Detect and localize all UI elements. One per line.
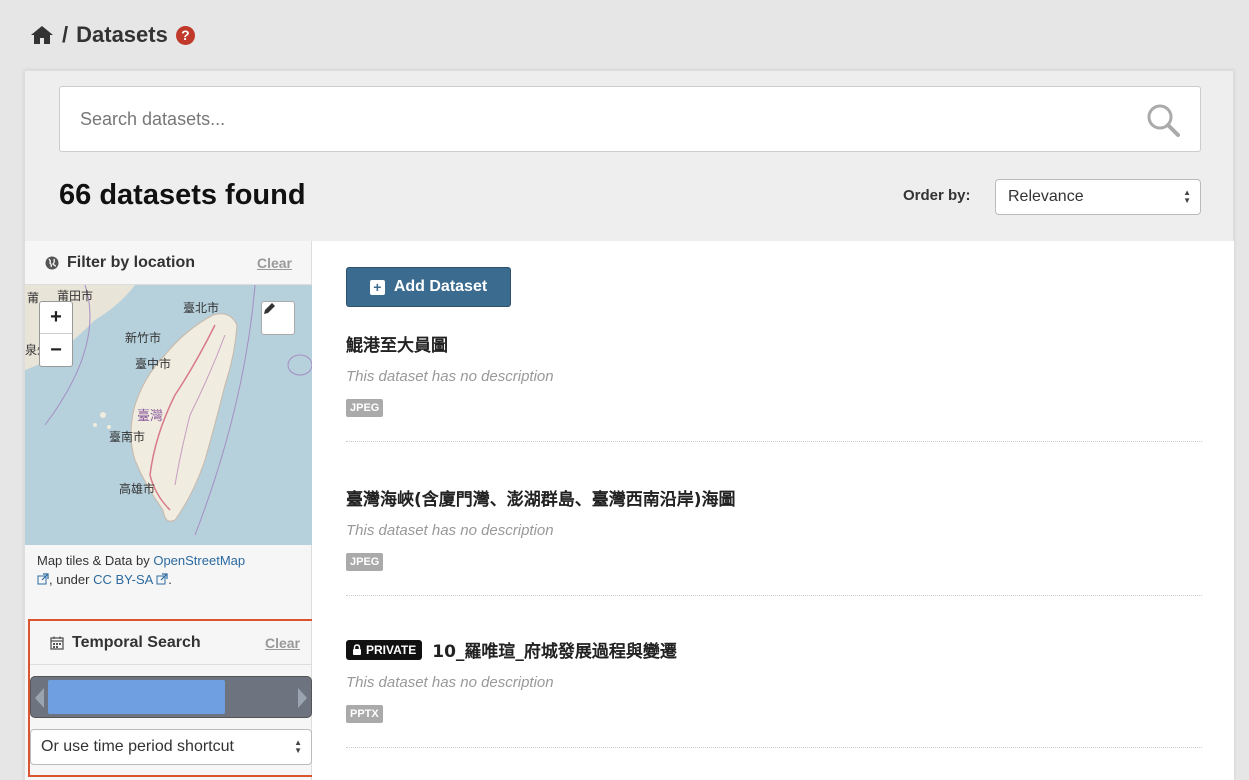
search-icon[interactable] — [1146, 103, 1180, 137]
datasets-card: 66 datasets found Order by: Relevance ▲▼… — [24, 70, 1234, 780]
temporal-search-header: Temporal Search Clear — [30, 621, 320, 665]
dataset-title-link[interactable]: 臺灣海峽(含廈門灣、澎湖群島、臺灣西南沿岸)海圖 — [346, 485, 1202, 510]
results-count: 66 datasets found — [59, 179, 306, 211]
dataset-item: 臺灣海峽(含廈門灣、澎湖群島、臺灣西南沿岸)海圖 This dataset ha… — [346, 485, 1202, 596]
dataset-title-link[interactable]: 10_羅唯瑄_府城發展過程與變遷 — [432, 637, 677, 662]
page-title: Datasets — [76, 22, 168, 47]
help-icon[interactable]: ? — [175, 25, 195, 45]
map-label-tainan: 臺南市 — [109, 430, 146, 444]
order-by-label: Order by: — [903, 187, 971, 204]
search-input[interactable] — [60, 87, 1200, 151]
map-label-taichung: 臺中市 — [135, 357, 172, 371]
calendar-icon — [50, 636, 64, 650]
dataset-item: 鯤港至大員圖 This dataset has no description J… — [346, 331, 1202, 442]
select-arrows-icon: ▲ ▼ — [294, 738, 302, 755]
temporal-search-panel: Temporal Search Clear Or use time period… — [28, 619, 322, 777]
time-period-shortcut-value: Or use time period shortcut — [41, 738, 234, 755]
map-attribution: Map tiles & Data by OpenStreetMap , unde… — [37, 551, 307, 589]
item-divider — [346, 747, 1202, 748]
dataset-title-link[interactable]: 鯤港至大員圖 — [346, 331, 1202, 356]
map-zoom-control: + − — [39, 301, 73, 367]
slider-right-arrow-icon[interactable] — [298, 688, 307, 708]
attribution-prefix: Map tiles & Data by — [37, 553, 154, 568]
dataset-description: This dataset has no description — [346, 674, 554, 691]
zoom-in-button[interactable]: + — [40, 302, 72, 334]
map-label-edge: 莆 — [27, 291, 40, 305]
breadcrumb-separator: / — [62, 22, 69, 47]
lock-icon — [353, 644, 361, 655]
map-label-taiwan: 臺灣 — [137, 409, 164, 424]
pencil-icon — [264, 303, 275, 314]
home-icon[interactable] — [30, 25, 54, 45]
location-filter-header: Filter by location Clear — [25, 241, 312, 285]
temporal-search-title: Temporal Search — [72, 633, 201, 651]
format-badge[interactable]: JPEG — [346, 553, 384, 571]
dataset-description: This dataset has no description — [346, 522, 554, 539]
map-label-hsinchu: 新竹市 — [125, 331, 162, 345]
draw-area-button[interactable] — [261, 301, 295, 335]
add-dataset-button[interactable]: + Add Dataset — [346, 267, 511, 307]
search-box — [59, 86, 1201, 152]
format-badge[interactable]: PPTX — [346, 705, 383, 723]
cc-by-sa-link[interactable]: CC BY-SA — [93, 572, 153, 587]
external-link-icon[interactable] — [156, 573, 168, 585]
openstreetmap-link[interactable]: OpenStreetMap — [153, 553, 245, 568]
private-badge: PRIVATE — [346, 639, 423, 660]
map-label-kaohsiung: 高雄市 — [119, 482, 156, 496]
globe-icon — [45, 256, 59, 269]
time-range-slider[interactable] — [30, 676, 312, 718]
dataset-title-row: PRIVATE 10_羅唯瑄_府城發展過程與變遷 — [346, 637, 1202, 662]
item-divider — [346, 595, 1202, 596]
temporal-clear-link[interactable]: Clear — [265, 635, 300, 651]
location-filter-title: Filter by location — [67, 253, 196, 271]
time-range-fill[interactable] — [48, 680, 225, 714]
time-period-shortcut-select[interactable]: Or use time period shortcut ▲ ▼ — [30, 729, 312, 765]
external-link-icon[interactable] — [37, 573, 49, 585]
private-label: PRIVATE — [366, 642, 417, 657]
location-map[interactable]: 莆 莆田市 臺北市 新竹市 泉州 臺中市 臺灣 臺南市 高雄市 + − — [25, 285, 312, 545]
dataset-list-area: + Add Dataset 鯤港至大員圖 This dataset has no… — [312, 241, 1234, 780]
format-badge[interactable]: JPEG — [346, 399, 384, 417]
add-dataset-label: Add Dataset — [393, 278, 488, 295]
sidebar: Filter by location Clear 莆 莆田市 臺北市 新竹市 泉… — [25, 241, 322, 780]
item-divider — [346, 441, 1202, 442]
dataset-item: PRIVATE 10_羅唯瑄_府城發展過程與變遷 This dataset ha… — [346, 637, 1202, 748]
breadcrumb: / Datasets ? — [30, 22, 195, 48]
order-by-value: Relevance — [1008, 188, 1084, 205]
slider-left-arrow-icon[interactable] — [35, 688, 44, 708]
plus-square-icon: + — [369, 279, 385, 295]
attribution-middle: , under — [49, 572, 94, 587]
dataset-description: This dataset has no description — [346, 368, 554, 385]
zoom-out-button[interactable]: − — [40, 334, 72, 366]
map-label-taipei: 臺北市 — [183, 301, 220, 315]
location-clear-link[interactable]: Clear — [257, 255, 292, 271]
order-by-select[interactable]: Relevance ▲ ▼ — [995, 179, 1201, 215]
select-arrows-icon: ▲ ▼ — [1183, 188, 1191, 205]
attribution-suffix: . — [168, 572, 172, 587]
